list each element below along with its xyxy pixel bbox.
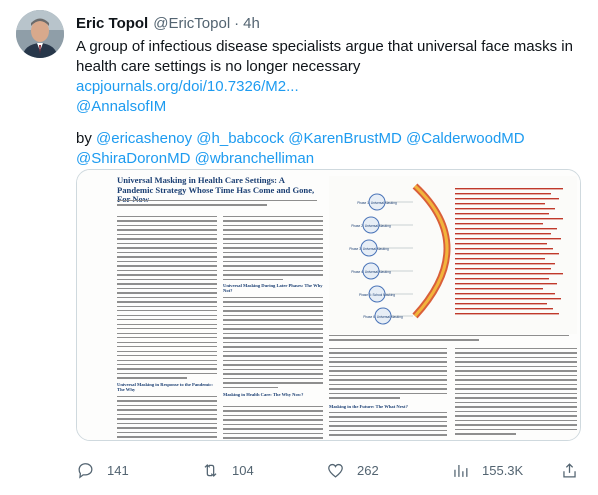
article-page-image: Universal Masking in Health Care Setting…	[77, 170, 580, 440]
figure-phase-label: Phase 5: School Masking	[359, 293, 395, 297]
article-column-4	[455, 348, 577, 438]
article-column-1	[117, 216, 217, 382]
article-column-3	[329, 348, 447, 402]
mention-link[interactable]: @ShiraDoronMD	[76, 150, 190, 167]
author-handle[interactable]: @EricTopol	[153, 15, 230, 32]
tweet-media-image[interactable]: Universal Masking in Health Care Setting…	[76, 169, 581, 441]
article-column-3b	[329, 412, 447, 439]
author-name[interactable]: Eric Topol	[76, 15, 148, 32]
figure-phase-label: Phase 2: Universal Masking	[351, 224, 391, 228]
mention-link[interactable]: @wbranchelliman	[195, 150, 314, 167]
mention-link[interactable]: @ericashenoy	[96, 130, 192, 147]
tweet-text: A group of infectious disease specialist…	[76, 38, 573, 75]
article-section-heading: Masking in Health Care: The Why Now?	[223, 392, 304, 397]
article-section-heading: Masking in the Future: The What Next?	[329, 404, 408, 409]
like-button[interactable]: 262	[326, 455, 379, 485]
by-label: by	[76, 130, 92, 147]
share-icon	[563, 462, 576, 477]
reply-icon	[78, 462, 93, 479]
views-button[interactable]: 155.3K	[451, 455, 523, 485]
mention-link[interactable]: @KarenBrustMD	[288, 130, 402, 147]
views-count: 155.3K	[482, 462, 524, 478]
article-authors	[117, 200, 322, 209]
figure-phase-label: Phase 1: Universal Masking	[357, 201, 397, 205]
article-column-2	[223, 216, 323, 283]
figure-phase-label: Phase 3: Universal Masking	[349, 247, 389, 251]
article-figure: Phase 1: Universal Masking Phase 2: Univ…	[329, 176, 577, 334]
share-button[interactable]	[560, 455, 579, 485]
article-column-1b	[117, 396, 217, 440]
timestamp[interactable]: 4h	[243, 15, 260, 32]
mention-link[interactable]: @h_babcock	[196, 130, 284, 147]
like-count: 262	[357, 462, 379, 478]
tweet-body: A group of infectious disease specialist…	[76, 37, 582, 169]
avatar[interactable]	[16, 10, 64, 58]
article-column-2c	[223, 406, 323, 440]
reply-count: 141	[107, 462, 129, 478]
figure-phase-label: Phase 4: Universal Masking	[351, 270, 391, 274]
retweet-icon	[204, 463, 217, 477]
mention-link[interactable]: @CalderwoodMD	[406, 130, 525, 147]
views-chart-icon	[454, 464, 468, 477]
profile-photo-icon	[16, 10, 64, 58]
author-mentions: by @ericashenoy @h_babcock @KarenBrustMD…	[76, 129, 582, 169]
tweet-header: Eric Topol @EricTopol · 4h	[76, 12, 260, 34]
retweet-button[interactable]: 104	[201, 455, 254, 485]
article-link[interactable]: acpjournals.org/doi/10.7326/M2...	[76, 78, 299, 95]
tweet-actions: 141 104 262 155.3K	[76, 455, 596, 485]
separator-dot: ·	[234, 14, 240, 32]
retweet-count: 104	[232, 462, 254, 478]
article-section-heading: Universal Masking During Later Phases: T…	[223, 283, 323, 294]
reply-button[interactable]: 141	[76, 455, 129, 485]
article-column-2b	[223, 297, 323, 391]
journal-mention[interactable]: @AnnalsofIM	[76, 98, 166, 115]
article-section-heading: Universal Masking in Response to the Pan…	[117, 382, 213, 393]
figure-phase-label: Phase 6: Universal Masking	[363, 315, 403, 319]
heart-icon	[328, 463, 343, 478]
figure-caption	[329, 335, 577, 344]
